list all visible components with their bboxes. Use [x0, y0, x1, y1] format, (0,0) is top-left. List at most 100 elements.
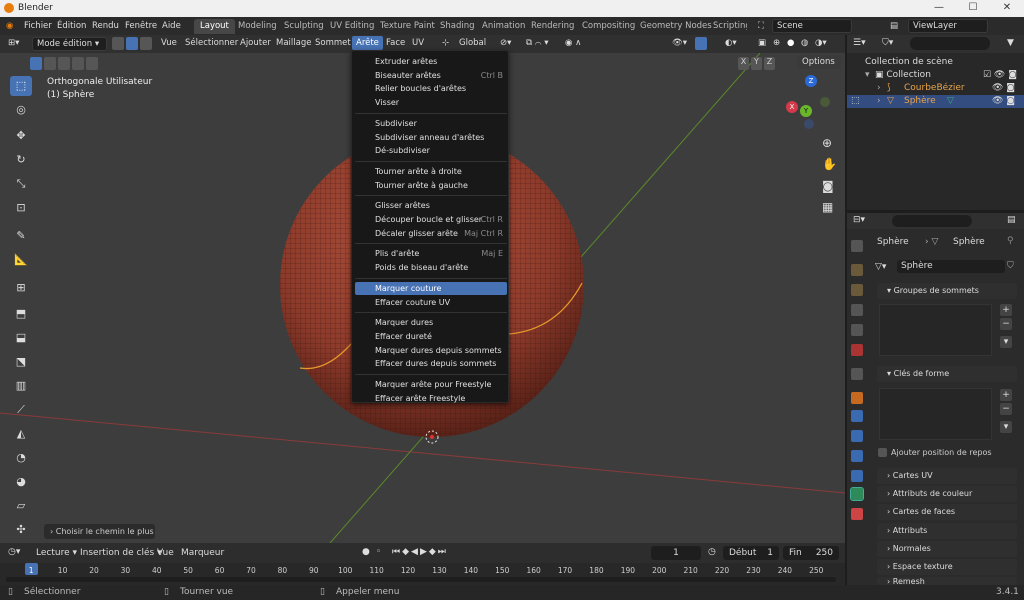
edge-menu-item[interactable]: Biseauter arêtes Ctrl B: [355, 69, 507, 82]
props-search-input[interactable]: [892, 215, 972, 227]
menu-edge[interactable]: Arête: [352, 36, 383, 50]
particles-tab-icon[interactable]: [851, 430, 863, 442]
outliner-type-icon[interactable]: ☰▾: [853, 38, 866, 48]
spin-tool[interactable]: ◔: [10, 448, 32, 468]
world-tab-icon[interactable]: [851, 344, 863, 356]
select-box-tool[interactable]: ⬚: [10, 76, 32, 96]
section-face-maps[interactable]: › Cartes de faces: [877, 504, 1017, 520]
relative-checkbox[interactable]: [878, 448, 887, 457]
gizmo-toggle-button[interactable]: [695, 37, 707, 50]
poly-build-tool[interactable]: ◭: [10, 424, 32, 444]
proportional-edit-icon[interactable]: ◉ ∧: [565, 38, 581, 48]
camera-icon[interactable]: ◙: [822, 179, 834, 193]
remove-vertex-group-button[interactable]: −: [1000, 318, 1012, 330]
auto-keying-icon[interactable]: ◦: [376, 547, 381, 557]
close-button[interactable]: ✕: [990, 0, 1024, 17]
mirror-z-toggle[interactable]: Z: [764, 57, 775, 70]
edge-menu-item[interactable]: Marquer dures depuis sommets: [355, 344, 507, 357]
section-shape-keys[interactable]: ▾ Clés de forme: [877, 366, 1017, 382]
edge-select-button[interactable]: [126, 37, 138, 50]
tab-compositing[interactable]: Compositing: [576, 19, 641, 34]
edge-menu-item[interactable]: Tourner arête à droite: [355, 165, 507, 178]
minimize-button[interactable]: —: [922, 0, 956, 17]
shape-key-menu-button[interactable]: ▾: [1000, 421, 1012, 433]
section-color-attributes[interactable]: › Attributs de couleur: [877, 486, 1017, 502]
mesh-name-field[interactable]: Sphère: [897, 260, 1005, 273]
tab-layout[interactable]: Layout: [194, 19, 235, 34]
outliner-item-sphere[interactable]: Sphère: [904, 96, 936, 106]
tab-sculpting[interactable]: Sculpting: [278, 19, 330, 34]
vertex-select-button[interactable]: [112, 37, 124, 50]
bevel-tool[interactable]: ⬔: [10, 352, 32, 372]
mesh-browse-icon[interactable]: ▽▾: [875, 262, 886, 272]
record-keyframe-icon[interactable]: ●: [362, 547, 370, 557]
select-extend-button[interactable]: [44, 57, 56, 70]
rip-tool[interactable]: ✣: [10, 520, 32, 540]
add-vertex-group-button[interactable]: +: [1000, 304, 1012, 316]
menu-render[interactable]: Rendu: [92, 21, 119, 31]
constraints-tab-icon[interactable]: [851, 470, 863, 482]
end-frame-field[interactable]: Fin 250: [783, 546, 839, 560]
perspective-grid-icon[interactable]: ▦: [822, 200, 833, 214]
transform-orientation-select[interactable]: Global: [455, 37, 495, 51]
collection-tab-icon[interactable]: [851, 368, 863, 380]
gizmo-z[interactable]: Z: [805, 75, 817, 87]
edge-menu-item[interactable]: Décaler glisser arête Maj Ctrl R: [355, 227, 507, 240]
face-select-button[interactable]: [140, 37, 152, 50]
menu-select[interactable]: Sélectionner: [185, 38, 238, 48]
tab-scripting[interactable]: Scripting: [707, 19, 747, 34]
viewlayer-field[interactable]: ViewLayer: [908, 19, 988, 33]
scene-tab-icon[interactable]: [851, 324, 863, 336]
edge-menu-item[interactable]: Extruder arêtes: [355, 55, 507, 68]
edge-menu-item[interactable]: Poids de biseau d'arête: [355, 261, 507, 274]
edge-menu-item[interactable]: Marquer couture: [355, 281, 507, 295]
section-vertex-groups[interactable]: ▾ Groupes de sommets: [877, 283, 1017, 299]
sphere-visibility-icons[interactable]: 👁 ◙: [992, 96, 1015, 106]
scene-collection-label[interactable]: Collection de scène: [865, 57, 953, 67]
inset-tool[interactable]: ⬓: [10, 328, 32, 348]
curve-visibility-icons[interactable]: 👁 ◙: [992, 83, 1015, 93]
shading-solid-icon[interactable]: ●: [787, 38, 794, 48]
tab-animation[interactable]: Animation: [476, 19, 531, 34]
shear-tool[interactable]: ▱: [10, 496, 32, 516]
remove-shape-key-button[interactable]: −: [1000, 403, 1012, 415]
tab-uv-editing[interactable]: UV Editing: [324, 19, 380, 34]
edge-menu-item[interactable]: Effacer couture UV: [355, 296, 507, 309]
menu-edit[interactable]: Édition: [57, 21, 86, 31]
edge-menu-item[interactable]: Marquer arête pour Freestyle: [355, 378, 507, 391]
tab-rendering[interactable]: Rendering: [525, 19, 580, 34]
material-tab-icon[interactable]: [851, 508, 863, 520]
physics-tab-icon[interactable]: [851, 450, 863, 462]
transform-tool[interactable]: ⊡: [10, 198, 32, 218]
annotate-tool[interactable]: ✎: [10, 226, 32, 246]
edge-menu-item[interactable]: Effacer dureté: [355, 330, 507, 343]
edge-menu-item[interactable]: Plis d'arête Maj E: [355, 247, 507, 260]
gizmo-neg-z[interactable]: [804, 119, 814, 129]
menu-add[interactable]: Ajouter: [240, 38, 271, 48]
extrude-tool[interactable]: ⬒: [10, 304, 32, 324]
menu-timeline-view[interactable]: Vue: [157, 548, 174, 558]
menu-vertex[interactable]: Sommet: [315, 38, 351, 48]
edge-menu-item[interactable]: Tourner arête à gauche: [355, 179, 507, 192]
add-shape-key-button[interactable]: +: [1000, 389, 1012, 401]
outliner-filter-icon[interactable]: ▼: [1007, 38, 1014, 48]
shading-material-icon[interactable]: ◍: [801, 38, 808, 48]
render-tab-icon[interactable]: [851, 264, 863, 276]
output-tab-icon[interactable]: [851, 284, 863, 296]
select-intersect-button[interactable]: [86, 57, 98, 70]
edge-menu-item[interactable]: Marquer dures: [355, 316, 507, 329]
measure-tool[interactable]: 📐: [10, 250, 32, 270]
current-frame-field[interactable]: 1: [651, 546, 701, 560]
view-layer-tab-icon[interactable]: [851, 304, 863, 316]
menu-keying[interactable]: Insertion de clés ▾: [80, 548, 162, 558]
menu-marker[interactable]: Marqueur: [181, 548, 224, 558]
move-tool[interactable]: ✥: [10, 126, 32, 146]
playback-controls[interactable]: ⏮◆◀▶◆⏭: [392, 547, 448, 557]
edge-menu-item[interactable]: Effacer dures depuis sommets: [355, 357, 507, 370]
menu-window[interactable]: Fenêtre: [125, 21, 157, 31]
rotate-tool[interactable]: ↻: [10, 150, 32, 170]
select-mode-button[interactable]: [30, 57, 42, 70]
gizmo-neg-y[interactable]: [820, 97, 830, 107]
preview-range-icon[interactable]: ◷: [708, 547, 716, 557]
menu-help[interactable]: Aide: [162, 21, 181, 31]
